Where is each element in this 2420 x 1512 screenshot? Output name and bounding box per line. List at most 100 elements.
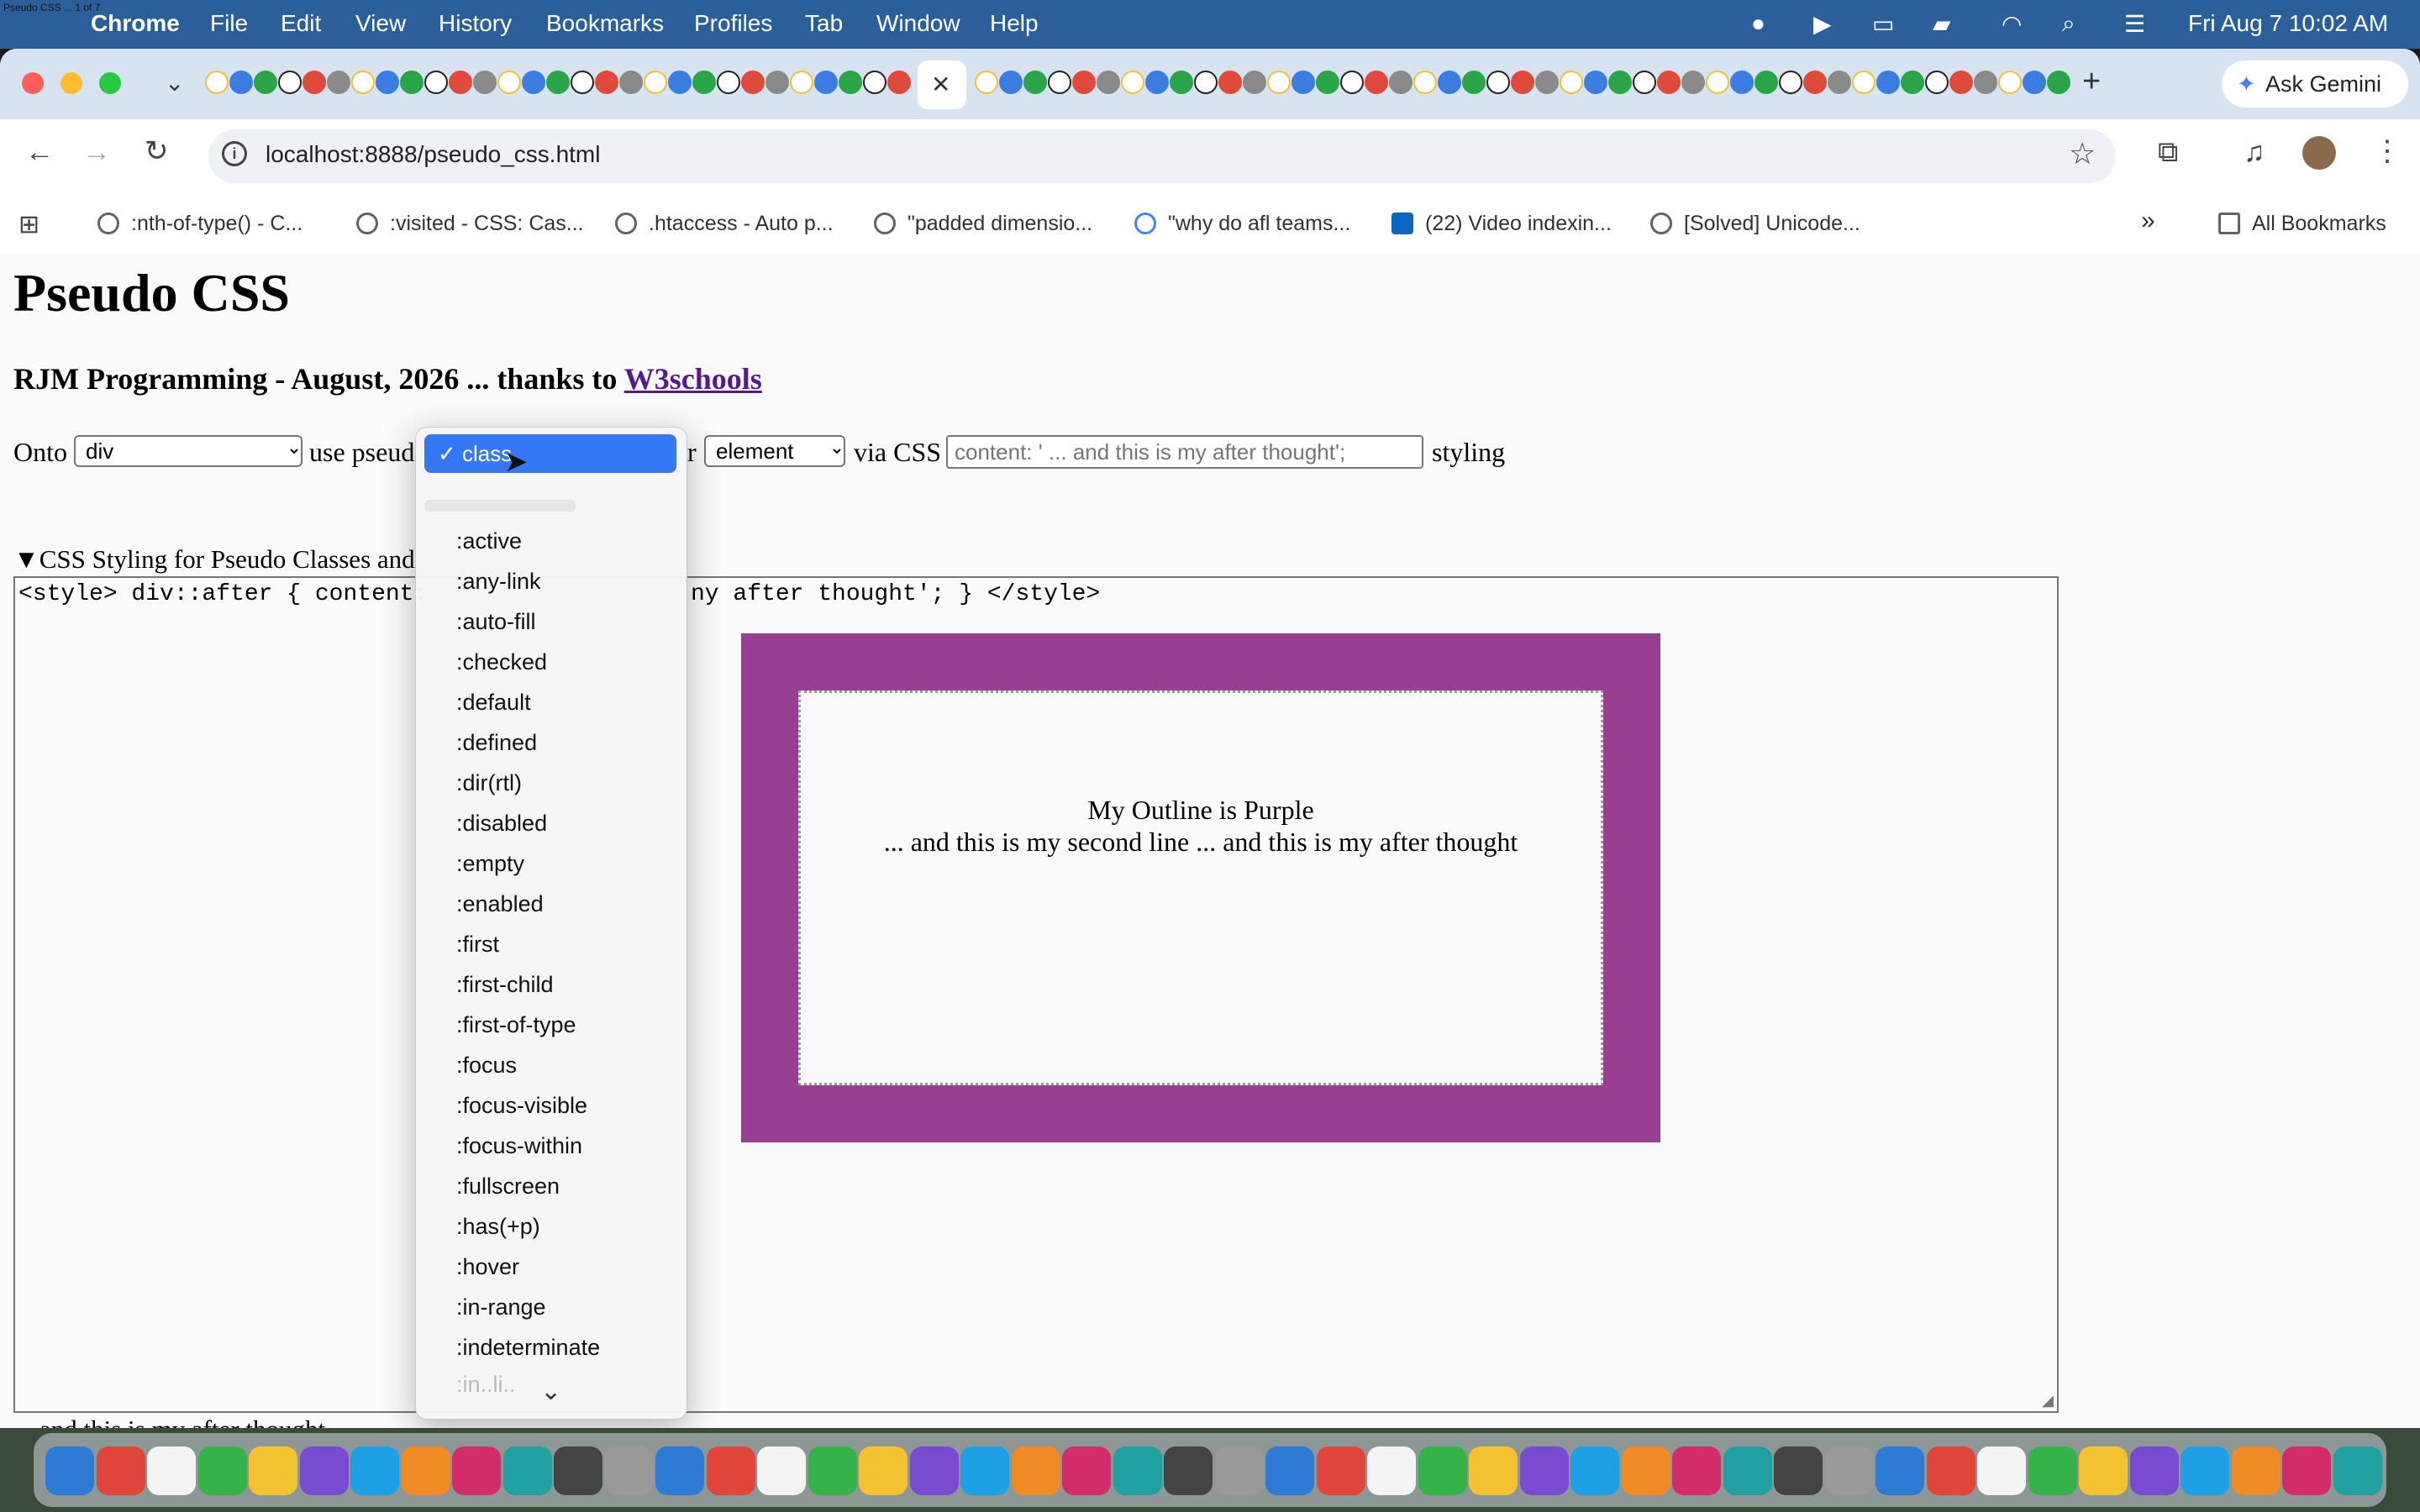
dropdown-option[interactable]: :indeterminate (456, 1335, 600, 1361)
reload-icon[interactable]: ↻ (145, 134, 169, 168)
dock-app-icon[interactable] (299, 1446, 349, 1495)
tab-favicon-icon[interactable] (1048, 71, 1071, 94)
dock-app-icon[interactable] (1011, 1446, 1060, 1495)
tab-favicon-icon[interactable] (1243, 71, 1266, 94)
bookmark-item[interactable]: "padded dimensio... (874, 212, 1092, 236)
dock-app-icon[interactable] (757, 1446, 806, 1495)
ask-gemini-button[interactable]: ✦ Ask Gemini (2222, 60, 2408, 108)
dock-app-icon[interactable] (452, 1446, 501, 1495)
dropdown-option[interactable]: :focus-within (456, 1133, 582, 1159)
menu-view[interactable]: View (355, 10, 406, 37)
tab-favicon-icon[interactable] (1657, 71, 1681, 94)
dropdown-option[interactable]: :first-child (456, 972, 554, 998)
tab-favicon-icon[interactable] (1998, 71, 2022, 94)
tab-favicon-icon[interactable] (790, 71, 813, 94)
tab-favicon-icon[interactable] (1486, 71, 1510, 94)
dropdown-option[interactable]: :checked (456, 649, 547, 675)
tab-favicon-icon[interactable] (887, 71, 911, 94)
tab-favicon-icon[interactable] (424, 71, 448, 94)
bookmark-item[interactable]: [Solved] Unicode... (1650, 212, 1860, 236)
tab-favicon-icon[interactable] (1462, 71, 1486, 94)
tab-favicon-icon[interactable] (1949, 71, 1973, 94)
dock-app-icon[interactable] (1418, 1446, 1467, 1495)
resize-handle-icon[interactable]: ◢ (2042, 1392, 2054, 1410)
url-text[interactable]: localhost:8888/pseudo_css.html (266, 141, 600, 168)
dock-app-icon[interactable] (604, 1446, 654, 1495)
scroll-down-chevron-icon[interactable]: ⌄ (540, 1377, 561, 1406)
control-center-icon[interactable]: ☰ (2124, 10, 2145, 38)
tab-favicon-icon[interactable] (975, 71, 998, 94)
bookmark-star-icon[interactable]: ☆ (2069, 136, 2096, 171)
keyboard-icon[interactable]: ▭ (1872, 10, 1894, 38)
tab-favicon-icon[interactable] (1340, 71, 1364, 94)
tab-favicon-icon[interactable] (765, 71, 789, 94)
menu-file[interactable]: File (210, 10, 248, 37)
dropdown-option[interactable]: :disabled (456, 811, 547, 837)
tab-favicon-icon[interactable] (1413, 71, 1437, 94)
tab-favicon-icon[interactable] (1828, 71, 1851, 94)
tab-favicon-icon[interactable] (814, 71, 838, 94)
tab-favicon-icon[interactable] (302, 71, 326, 94)
dock-app-icon[interactable] (2181, 1446, 2229, 1495)
dropdown-option[interactable]: :default (456, 690, 531, 716)
tab-favicon-icon[interactable] (1023, 71, 1047, 94)
tab-favicon-icon[interactable] (327, 71, 350, 94)
dock-app-icon[interactable] (808, 1446, 857, 1495)
tab-favicon-icon[interactable] (1292, 71, 1315, 94)
tab-favicon-icon[interactable] (1706, 71, 1729, 94)
tab-favicon-icon[interactable] (376, 71, 399, 94)
wifi-icon[interactable]: ◠ (2002, 10, 2022, 38)
tab-favicon-icon[interactable] (1438, 71, 1461, 94)
apps-grid-icon[interactable]: ⊞ (18, 210, 39, 239)
dock-app-icon[interactable] (1824, 1446, 1874, 1495)
zoom-window-button[interactable] (99, 72, 121, 94)
kebab-menu-icon[interactable]: ⋮ (2373, 134, 2402, 168)
profile-avatar[interactable] (2302, 136, 2336, 170)
tab-favicon-icon[interactable] (449, 71, 472, 94)
menu-bookmarks[interactable]: Bookmarks (546, 10, 664, 37)
tab-favicon-icon[interactable] (1901, 71, 1924, 94)
menu-edit[interactable]: Edit (281, 10, 321, 37)
tab-favicon-icon[interactable] (571, 71, 594, 94)
tab-favicon-icon[interactable] (668, 71, 692, 94)
menu-help[interactable]: Help (990, 10, 1039, 37)
menu-tab[interactable]: Tab (805, 10, 843, 37)
dock-app-icon[interactable] (1570, 1446, 1619, 1495)
dropdown-option[interactable]: :fullscreen (456, 1173, 560, 1200)
dock-app-icon[interactable] (502, 1446, 552, 1495)
dock-app-icon[interactable] (655, 1446, 704, 1495)
tab-favicon-icon[interactable] (1097, 71, 1120, 94)
bookmark-item[interactable]: (22) Video indexin... (1392, 212, 1612, 236)
tab-favicon-icon[interactable] (1584, 71, 1607, 94)
tab-favicon-icon[interactable] (1852, 71, 1876, 94)
tab-favicon-icon[interactable] (1633, 71, 1656, 94)
dock-app-icon[interactable] (249, 1446, 297, 1495)
dock-app-icon[interactable] (909, 1446, 959, 1495)
dropdown-option[interactable]: :focus (456, 1053, 517, 1079)
tab-favicon-icon[interactable] (1267, 71, 1291, 94)
tab-favicon-icon[interactable] (595, 71, 618, 94)
close-tab-icon[interactable]: ✕ (931, 71, 950, 98)
dock-app-icon[interactable] (1164, 1446, 1213, 1495)
tab-favicon-icon[interactable] (999, 71, 1023, 94)
battery-icon[interactable]: ▰ (1933, 10, 1951, 38)
extensions-icon[interactable]: ⧉ (2158, 136, 2178, 169)
media-controls-icon[interactable]: ♫ (2244, 136, 2265, 169)
bookmark-item[interactable]: "why do afl teams... (1134, 212, 1350, 236)
tab-favicon-icon[interactable] (1730, 71, 1754, 94)
menu-window[interactable]: Window (876, 10, 960, 37)
tab-favicon-icon[interactable] (1779, 71, 1802, 94)
dropdown-option[interactable]: :any-link (456, 569, 541, 595)
site-info-icon[interactable]: i (222, 141, 247, 166)
tab-favicon-icon[interactable] (546, 71, 570, 94)
dropdown-option[interactable]: :in-range (456, 1294, 546, 1320)
dock-app-icon[interactable] (197, 1446, 247, 1495)
dock-app-icon[interactable] (147, 1446, 196, 1495)
menu-app-name[interactable]: Chrome (91, 10, 180, 37)
dock-app-icon[interactable] (1113, 1446, 1162, 1495)
disclosure-triangle-icon[interactable]: ▼ (13, 544, 39, 574)
element-select[interactable]: div (74, 435, 302, 467)
tab-favicon-icon[interactable] (1974, 71, 1997, 94)
tab-favicon-icon[interactable] (1218, 71, 1242, 94)
tab-favicon-icon[interactable] (644, 71, 667, 94)
